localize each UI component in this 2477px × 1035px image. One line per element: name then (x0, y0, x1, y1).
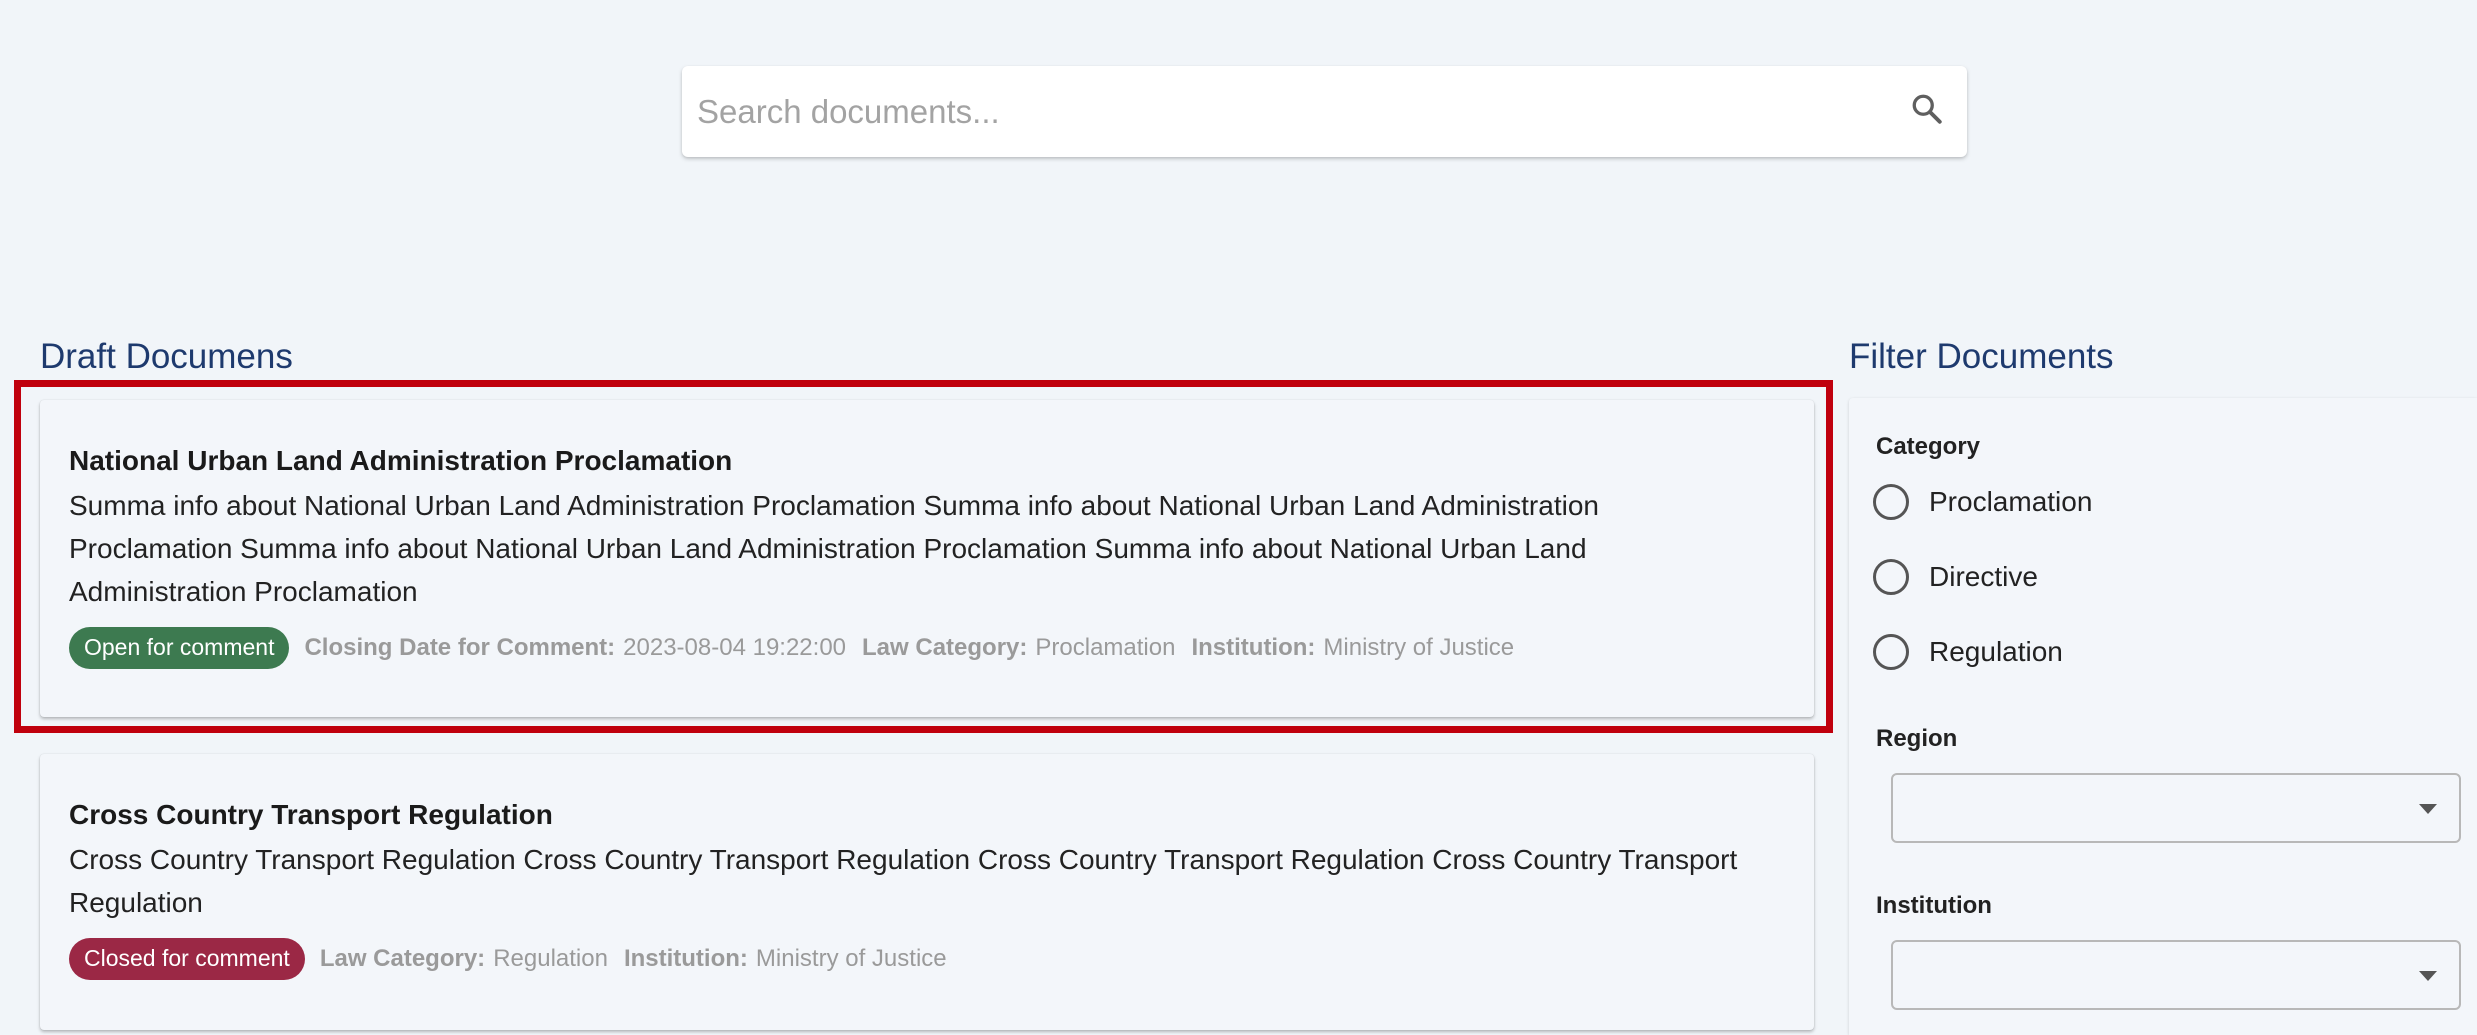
document-summary: Summa info about National Urban Land Adm… (69, 490, 1599, 607)
search-bar (682, 66, 1967, 157)
document-title[interactable]: National Urban Land Administration Procl… (69, 444, 1785, 478)
law-category-value: Proclamation (1035, 634, 1176, 661)
filter-panel: Category Proclamation Directive Regulati… (1849, 398, 2477, 1035)
region-select[interactable] (1891, 773, 2461, 843)
institution-label: Institution: (1191, 634, 1316, 661)
category-label: Category (1876, 433, 1981, 460)
chevron-down-icon (2419, 804, 2437, 814)
closing-date-value: 2023-08-04 19:22:00 (623, 634, 847, 661)
law-category-label: Law Category: (862, 634, 1028, 661)
radio-button[interactable] (1873, 484, 1909, 520)
radio-label: Proclamation (1929, 486, 2093, 517)
document-meta: Open for comment Closing Date for Commen… (69, 627, 1785, 669)
document-title[interactable]: Cross Country Transport Regulation (69, 798, 1785, 832)
search-icon (1909, 91, 1945, 132)
institution-value: Ministry of Justice (1323, 634, 1515, 661)
chevron-down-icon (2419, 971, 2437, 981)
region-label: Region (1876, 725, 1958, 752)
status-badge: Closed for comment (69, 938, 305, 980)
document-card[interactable]: Cross Country Transport Regulation Cross… (40, 754, 1814, 1030)
document-meta: Closed for comment Law Category: Regulat… (69, 938, 1785, 980)
category-radio-proclamation[interactable]: Proclamation (1873, 484, 2092, 520)
radio-button[interactable] (1873, 559, 1909, 595)
institution-select[interactable] (1891, 940, 2461, 1010)
law-category-label: Law Category: (319, 945, 486, 972)
radio-label: Directive (1929, 561, 2038, 592)
radio-label: Regulation (1929, 636, 2063, 667)
category-radio-directive[interactable]: Directive (1873, 559, 2038, 595)
law-category-value: Regulation (493, 945, 608, 972)
document-card[interactable]: National Urban Land Administration Procl… (40, 400, 1814, 717)
search-input[interactable] (682, 66, 1887, 157)
search-button[interactable] (1887, 66, 1967, 157)
document-summary: Cross Country Transport Regulation Cross… (69, 844, 1738, 918)
filter-documents-title: Filter Documents (1849, 337, 2114, 376)
radio-button[interactable] (1873, 634, 1909, 670)
category-radio-regulation[interactable]: Regulation (1873, 634, 2063, 670)
draft-documents-title: Draft Documens (40, 337, 293, 376)
institution-filter-label: Institution (1876, 892, 1992, 919)
institution-value: Ministry of Justice (755, 945, 947, 972)
institution-label: Institution: (623, 945, 748, 972)
closing-date-label: Closing Date for Comment: (304, 634, 616, 661)
status-badge: Open for comment (69, 627, 290, 669)
